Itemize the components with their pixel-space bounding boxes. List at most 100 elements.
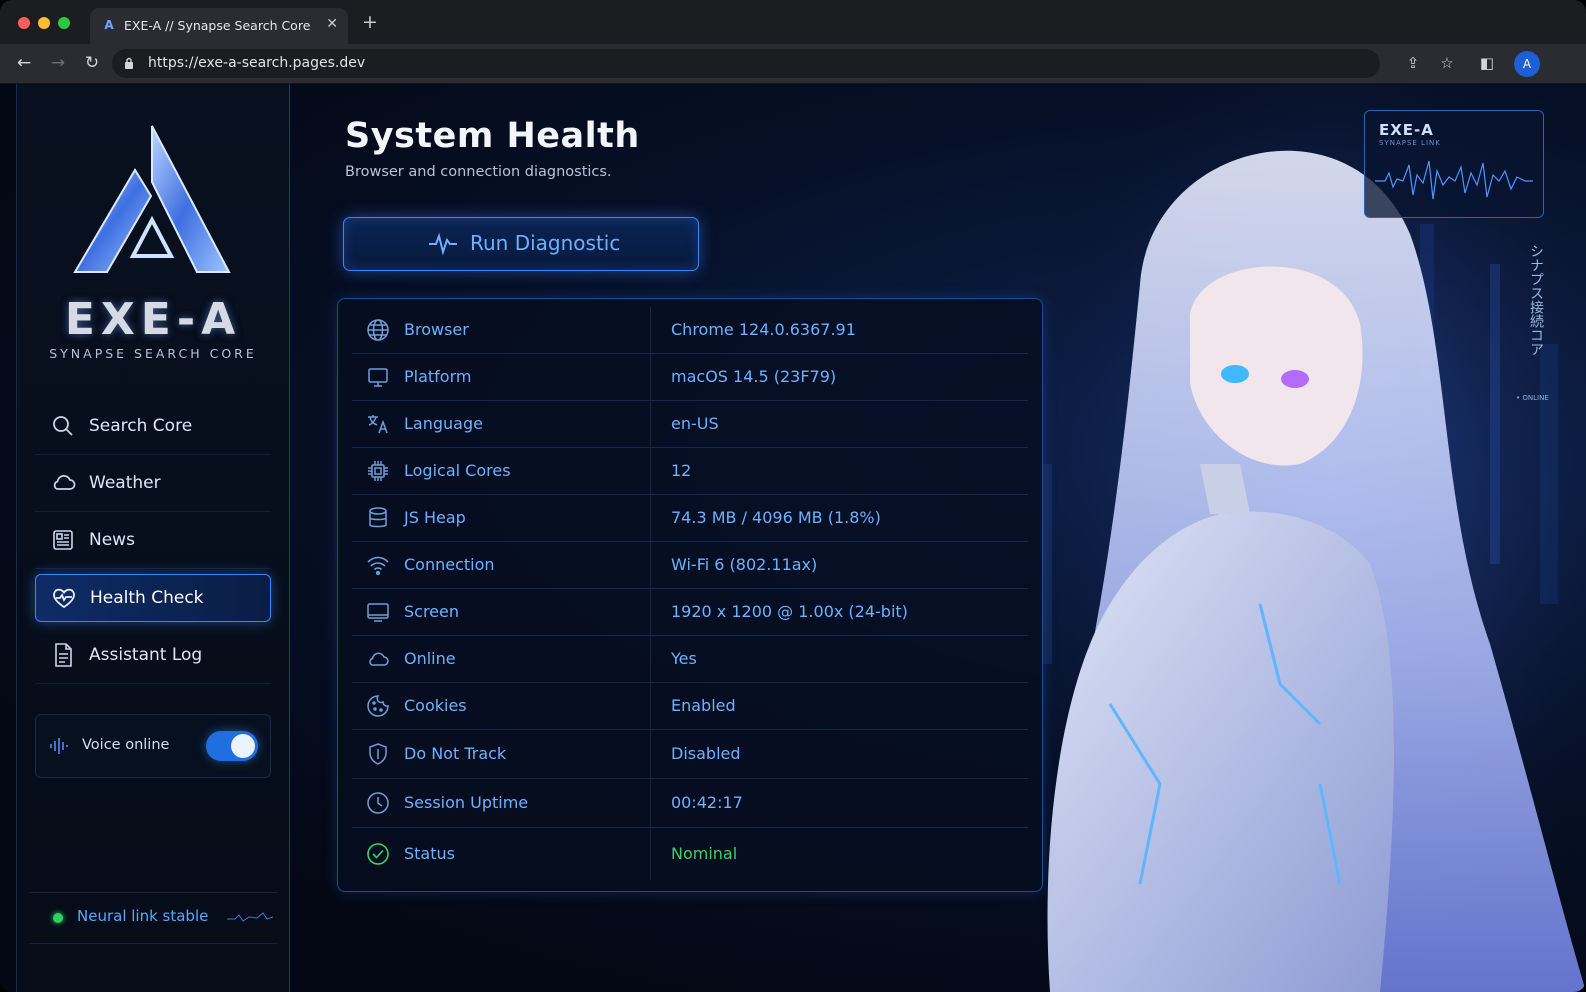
row-key: Screen bbox=[404, 602, 460, 621]
toggle-knob bbox=[231, 734, 255, 758]
table-row: Logical Cores 12 bbox=[352, 448, 1028, 495]
status-value: Nominal bbox=[671, 844, 738, 863]
sidebar-item-weather[interactable]: Weather bbox=[35, 455, 271, 512]
table-row: Connection Wi-Fi 6 (802.11ax) bbox=[352, 542, 1028, 589]
screen-icon bbox=[367, 603, 389, 622]
new-tab-button[interactable]: + bbox=[362, 12, 378, 32]
wifi-icon bbox=[367, 556, 389, 576]
table-row: Online Yes bbox=[352, 636, 1028, 683]
hud-subtitle: SYNAPSE LINK bbox=[1379, 139, 1441, 147]
sidebar-item-search-core[interactable]: Search Core bbox=[35, 398, 271, 455]
online-tag: • ONLINE bbox=[1516, 394, 1549, 402]
row-value: 12 bbox=[671, 461, 692, 480]
document-icon bbox=[49, 641, 77, 669]
search-icon bbox=[49, 412, 77, 440]
back-arrow-icon[interactable]: ← bbox=[14, 53, 34, 73]
newspaper-icon bbox=[49, 526, 77, 554]
run-diagnostic-label: Run Diagnostic bbox=[470, 231, 621, 255]
voice-status-card: Voice online bbox=[35, 714, 271, 778]
heart-pulse-icon bbox=[50, 584, 78, 612]
exe-a-logo-icon bbox=[73, 125, 231, 273]
browser-window: A EXE-A // Synapse Search Core ✕ + ← → ↻… bbox=[0, 0, 1586, 992]
row-key: JS Heap bbox=[404, 508, 466, 527]
row-value: 74.3 MB / 4096 MB (1.8%) bbox=[671, 508, 881, 527]
cloud-icon bbox=[369, 652, 389, 666]
cloud-icon bbox=[49, 469, 77, 497]
tab-close-icon[interactable]: ✕ bbox=[326, 16, 338, 32]
signal-wave-icon bbox=[227, 912, 273, 922]
hud-title: EXE-A bbox=[1379, 121, 1434, 139]
row-value: 1920 x 1200 @ 1.00x (24-bit) bbox=[671, 602, 908, 621]
brand-wordmark: EXE-A bbox=[64, 294, 242, 345]
shield-icon bbox=[369, 743, 387, 765]
row-value: 00:42:17 bbox=[671, 793, 743, 812]
status-dot bbox=[53, 913, 63, 923]
translate-icon bbox=[368, 415, 388, 434]
row-key: Cookies bbox=[404, 696, 467, 715]
bookmark-star-icon[interactable]: ☆ bbox=[1436, 52, 1458, 74]
row-key: Logical Cores bbox=[404, 461, 511, 480]
voice-toggle[interactable] bbox=[206, 731, 258, 761]
diagnostics-table: Browser Chrome 124.0.6367.91 Platform ma… bbox=[337, 298, 1043, 892]
database-icon bbox=[369, 507, 387, 528]
android-character-illustration bbox=[1020, 84, 1586, 992]
page-content: EXE-A SYNAPSE LINK シナプス接続コア • ONLINE EXE… bbox=[0, 84, 1586, 992]
run-diagnostic-button[interactable]: Run Diagnostic bbox=[343, 217, 699, 271]
table-row: Do Not Track Disabled bbox=[352, 730, 1028, 779]
row-value: Disabled bbox=[671, 744, 741, 763]
sidebar-item-label: Health Check bbox=[90, 588, 204, 608]
table-row: Session Uptime 00:42:17 bbox=[352, 779, 1028, 828]
profile-avatar[interactable]: A bbox=[1514, 51, 1540, 77]
globe-icon bbox=[367, 319, 389, 341]
close-window-button[interactable] bbox=[18, 17, 30, 29]
sidebar-item-label: Assistant Log bbox=[89, 645, 203, 665]
table-row: JS Heap 74.3 MB / 4096 MB (1.8%) bbox=[352, 495, 1028, 542]
pulse-icon bbox=[429, 232, 457, 256]
browser-tab[interactable]: A EXE-A // Synapse Search Core ✕ bbox=[90, 8, 348, 44]
row-value: Enabled bbox=[671, 696, 736, 715]
cookie-icon bbox=[367, 695, 389, 717]
share-icon[interactable]: ⇪ bbox=[1402, 52, 1424, 74]
side-panel-icon[interactable]: ◧ bbox=[1476, 52, 1498, 74]
page-subtitle: Browser and connection diagnostics. bbox=[345, 164, 612, 180]
sidebar-item-health-check[interactable]: Health Check bbox=[35, 574, 271, 622]
table-row: Cookies Enabled bbox=[352, 683, 1028, 730]
cpu-icon bbox=[368, 461, 388, 481]
browser-toolbar: ← → ↻ https://exe-a-search.pages.dev ⇪ ☆… bbox=[0, 44, 1586, 84]
sidebar-item-news[interactable]: News bbox=[35, 512, 271, 569]
forward-arrow-icon[interactable]: → bbox=[48, 53, 68, 73]
audio-wave-icon bbox=[50, 738, 68, 754]
row-key: Connection bbox=[404, 555, 495, 574]
vertical-japanese-text: シナプス接続コア bbox=[1528, 244, 1544, 356]
url-text: https://exe-a-search.pages.dev bbox=[148, 55, 366, 71]
tab-bar: A EXE-A // Synapse Search Core ✕ + bbox=[0, 0, 1586, 44]
table-row: Language en-US bbox=[352, 401, 1028, 448]
minimize-window-button[interactable] bbox=[38, 17, 50, 29]
row-key: Do Not Track bbox=[404, 744, 507, 763]
sidebar-item-label: Weather bbox=[89, 473, 161, 493]
row-key: Status bbox=[404, 844, 455, 863]
sidebar-item-assistant-log[interactable]: Assistant Log bbox=[35, 627, 271, 684]
sidebar-item-label: News bbox=[89, 530, 135, 550]
row-value: Chrome 124.0.6367.91 bbox=[671, 320, 856, 339]
sidebar-item-label: Search Core bbox=[89, 416, 193, 436]
neural-link-status: Neural link stable bbox=[29, 892, 277, 944]
reload-icon[interactable]: ↻ bbox=[82, 53, 102, 73]
synapse-link-hud: EXE-A SYNAPSE LINK bbox=[1364, 110, 1544, 218]
maximize-window-button[interactable] bbox=[58, 17, 70, 29]
row-key: Session Uptime bbox=[404, 793, 529, 812]
row-value: en-US bbox=[671, 414, 719, 433]
row-value: macOS 14.5 (23F79) bbox=[671, 367, 837, 386]
link-status-label: Neural link stable bbox=[77, 907, 209, 925]
exe-a-logo-icon: A bbox=[104, 18, 114, 32]
row-key: Language bbox=[404, 414, 483, 433]
row-key: Online bbox=[404, 649, 456, 668]
row-key: Browser bbox=[404, 320, 469, 339]
lock-icon bbox=[125, 57, 133, 69]
address-bar[interactable]: https://exe-a-search.pages.dev bbox=[112, 49, 1380, 78]
voice-label: Voice online bbox=[82, 737, 170, 753]
monitor-icon bbox=[368, 368, 388, 387]
page-title: System Health bbox=[345, 116, 640, 156]
table-row: Platform macOS 14.5 (23F79) bbox=[352, 354, 1028, 401]
tab-title: EXE-A // Synapse Search Core bbox=[124, 18, 311, 33]
